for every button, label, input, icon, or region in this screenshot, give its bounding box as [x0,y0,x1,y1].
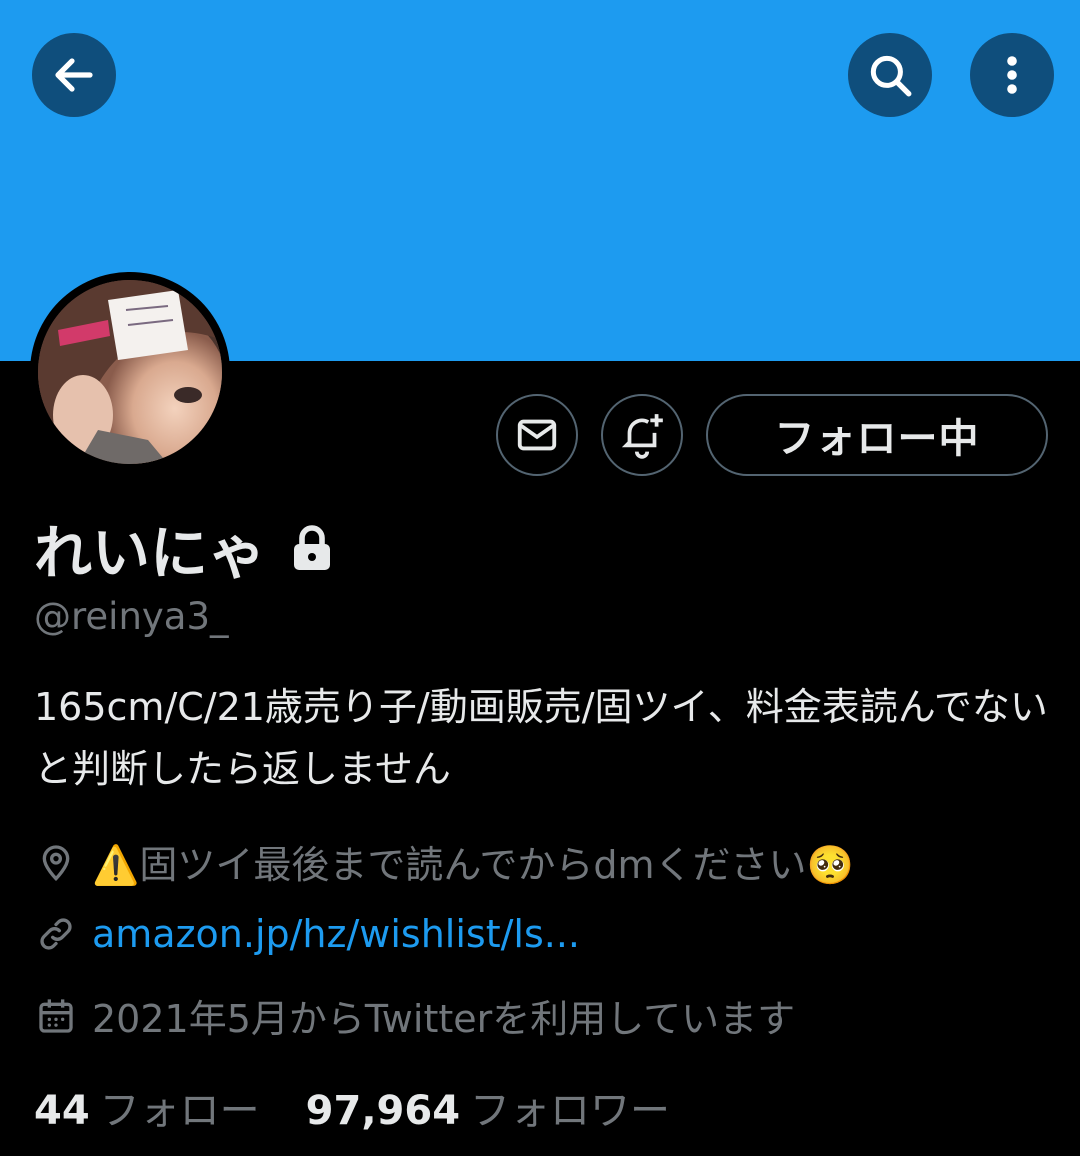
location-pin-icon [34,840,78,884]
avatar-photo [38,280,222,464]
profile-name: れいにゃ [34,519,267,587]
back-button[interactable] [32,33,116,117]
following-button-label: フォロー中 [774,416,980,462]
profile-bio: 165cm/C/21歳売り子/動画販売/固ツイ、料金表読んでないと判断したら返し… [34,685,1048,791]
followers-count[interactable]: 97,964 [306,1088,460,1134]
following-button[interactable]: フォロー中 [706,394,1048,476]
more-vertical-icon [1007,56,1017,94]
avatar-frame[interactable] [30,272,230,472]
website-row: amazon.jp/hz/wishlist/ls... [34,912,580,956]
arrow-left-icon [55,58,93,92]
joined-text: 2021年5月からTwitterを利用しています [92,997,796,1041]
lock-icon [294,525,331,570]
followers-label[interactable]: フォロワー [470,1078,670,1136]
envelope-icon [517,419,557,451]
calendar-icon [34,994,78,1038]
search-icon [870,55,912,97]
location-text: ⚠️固ツイ最後まで読んでからdmください🥺 [92,843,854,887]
link-icon [34,912,78,956]
following-label[interactable]: フォロー [100,1078,260,1136]
notification-button[interactable] [601,394,683,476]
search-button[interactable] [848,33,932,117]
more-options-button[interactable] [970,33,1054,117]
location-row: ⚠️固ツイ最後まで読んでからdmください🥺 [34,834,854,889]
bell-plus-icon [621,414,663,459]
website-link[interactable]: amazon.jp/hz/wishlist/ls... [92,912,580,956]
joined-row: 2021年5月からTwitterを利用しています [34,988,795,1043]
following-count[interactable]: 44 [34,1088,90,1134]
follow-stats: 44 フォロー 97,964 フォロワー [34,1078,706,1136]
profile-handle: @reinya3_ [34,595,229,638]
avatar[interactable] [38,280,222,464]
profile-name-row: れいにゃ [34,506,334,590]
message-button[interactable] [496,394,578,476]
